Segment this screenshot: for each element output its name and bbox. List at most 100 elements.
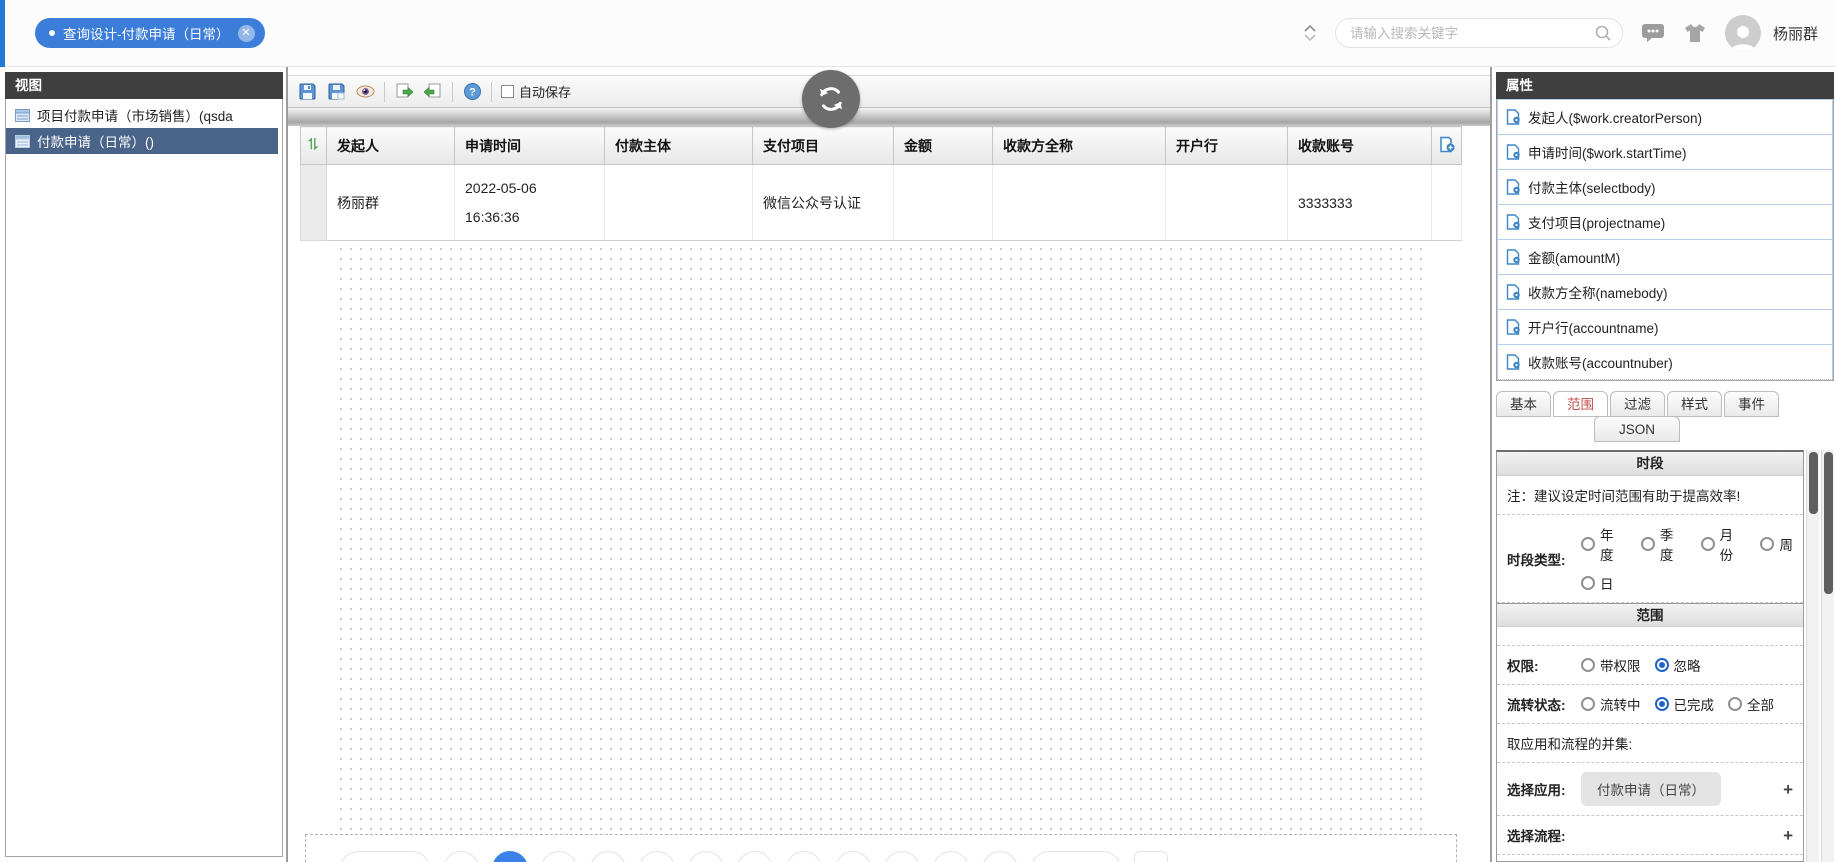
pagination-page-button[interactable] [688, 851, 724, 862]
search-input[interactable] [1349, 25, 1594, 41]
help-button[interactable]: ? [462, 82, 482, 102]
tab-range[interactable]: 范围 [1553, 391, 1608, 417]
import-button[interactable] [423, 82, 443, 102]
add-flow-button[interactable]: + [1783, 827, 1793, 844]
pagination-page-button[interactable] [590, 851, 626, 862]
radio-year[interactable]: 年度 [1581, 524, 1627, 564]
column-header-pay-project[interactable]: 支付项目 [752, 126, 894, 165]
add-column-header[interactable] [1431, 126, 1462, 165]
preview-button[interactable] [355, 82, 375, 102]
autosave-checkbox[interactable] [501, 85, 514, 98]
flow-status-row: 流转状态: 流转中 已完成 全部 [1497, 685, 1803, 724]
pagination-page-button[interactable] [884, 851, 920, 862]
field-item-label: 收款账号(accountnuber) [1528, 356, 1673, 371]
tab-style[interactable]: 样式 [1667, 391, 1722, 417]
field-item-amount[interactable]: 金额(amountM) [1497, 239, 1833, 275]
field-item-apply-time[interactable]: 申请时间($work.startTime) [1497, 134, 1833, 170]
pagination-page-button[interactable] [933, 851, 969, 862]
toolbar-separator [452, 81, 453, 102]
user-avatar[interactable] [1724, 15, 1761, 51]
field-doc-icon [1506, 249, 1520, 265]
close-icon[interactable]: ✕ [237, 24, 255, 42]
view-item-daily-payment[interactable]: 付款申请（日常）() [6, 128, 278, 154]
outer-scrollbar-thumb[interactable] [1824, 452, 1833, 594]
column-header-pay-subject[interactable]: 付款主体 [604, 126, 753, 165]
time-type-row: 时段类型: 全部 范围 年度 季度 月份 周 日 [1497, 515, 1803, 603]
field-item-pay-project[interactable]: 支付项目(projectname) [1497, 204, 1833, 240]
radio-with-permission[interactable]: 带权限 [1581, 655, 1641, 675]
field-item-initiator[interactable]: 发起人($work.creatorPerson) [1497, 99, 1833, 135]
field-item-bank[interactable]: 开户行(accountname) [1497, 309, 1833, 345]
radio-all-status[interactable]: 全部 [1728, 694, 1774, 714]
column-header-initiator[interactable]: 发起人 [326, 126, 455, 165]
save-button[interactable] [297, 82, 317, 102]
add-app-button[interactable]: + [1783, 781, 1793, 798]
view-item-label: 项目付款申请（市场销售）(qsda [37, 109, 233, 124]
grid-data-row[interactable]: 杨丽群 2022-05-06 16:36:36 微信公众号认证 3333333 [300, 164, 1462, 241]
refresh-sort-header[interactable] [300, 126, 327, 165]
radio-ignore-permission[interactable]: 忽略 [1654, 655, 1701, 675]
field-item-payee-name[interactable]: 收款方全称(namebody) [1497, 274, 1833, 310]
theme-shirt-icon[interactable] [1683, 22, 1707, 44]
field-list: 发起人($work.creatorPerson) 申请时间($work.star… [1496, 99, 1834, 381]
pagination-page-button-active[interactable] [492, 851, 528, 862]
selected-app-chip[interactable]: 付款申请（日常） [1581, 772, 1721, 806]
flow-status-label: 流转状态: [1507, 698, 1566, 713]
design-grid-dots [336, 244, 1430, 832]
column-header-account[interactable]: 收款账号 [1287, 126, 1432, 165]
export-icon [396, 83, 413, 98]
pagination-next-button[interactable] [1031, 851, 1121, 862]
pagination-page-button[interactable] [786, 851, 822, 862]
select-flow-label: 选择流程: [1507, 829, 1566, 844]
pagination-page-button[interactable] [835, 851, 871, 862]
column-header-amount[interactable]: 金额 [893, 126, 993, 165]
pagination-page-button[interactable] [541, 851, 577, 862]
pagination-page-button[interactable] [443, 851, 479, 862]
open-document-tab[interactable]: 查询设计-付款申请（日常） ✕ [35, 18, 265, 48]
pagination-page-button[interactable] [982, 851, 1018, 862]
radio-label: 年度 [1600, 528, 1614, 563]
cell-apply-date: 2022-05-06 [465, 180, 537, 196]
column-header-bank[interactable]: 开户行 [1165, 126, 1288, 165]
radio-week[interactable]: 周 [1760, 534, 1793, 554]
radio-in-progress[interactable]: 流转中 [1581, 694, 1641, 714]
inner-scrollbar-thumb[interactable] [1809, 452, 1818, 514]
radio-month[interactable]: 月份 [1700, 524, 1747, 564]
pagination-page-button[interactable] [737, 851, 773, 862]
collapse-expand-control[interactable] [1303, 24, 1317, 42]
tab-event[interactable]: 事件 [1724, 391, 1779, 417]
radio-dot [1581, 697, 1595, 711]
pagination-jump-box[interactable] [1134, 851, 1168, 862]
properties-panel-title: 属性 [1496, 72, 1834, 99]
tab-json[interactable]: JSON [1594, 416, 1680, 442]
global-search-box[interactable] [1334, 18, 1623, 48]
field-doc-icon [1506, 144, 1520, 160]
column-header-payee-name[interactable]: 收款方全称 [992, 126, 1166, 165]
autosave-toggle[interactable]: 自动保存 [501, 82, 571, 101]
outer-scrollbar[interactable] [1821, 450, 1834, 862]
select-app-label: 选择应用: [1507, 783, 1566, 798]
tab-basic[interactable]: 基本 [1496, 391, 1551, 417]
save-as-button[interactable] [326, 82, 346, 102]
column-header-apply-time[interactable]: 申请时间 [454, 126, 605, 165]
view-item-project-payment[interactable]: 项目付款申请（市场销售）(qsda [6, 102, 282, 128]
search-icon[interactable] [1594, 24, 1612, 42]
views-sidebar: 视图 项目付款申请（市场销售）(qsda 付款申请（日常）() [0, 67, 288, 862]
cell-pay-project: 微信公众号认证 [752, 164, 894, 241]
pagination-prev-button[interactable] [340, 851, 430, 862]
tab-filter[interactable]: 过滤 [1610, 391, 1665, 417]
field-item-pay-subject[interactable]: 付款主体(selectbody) [1497, 169, 1833, 205]
radio-day[interactable]: 日 [1581, 573, 1614, 593]
panel-shade-band [288, 108, 1490, 126]
radio-completed[interactable]: 已完成 [1654, 694, 1714, 714]
pagination-page-button[interactable] [639, 851, 675, 862]
messages-icon[interactable] [1641, 22, 1665, 44]
union-org-note: 取组织、人员和身份的并集: [1497, 855, 1803, 861]
radio-quarter[interactable]: 季度 [1640, 524, 1687, 564]
save-as-floppy-icon [328, 83, 344, 100]
field-item-account[interactable]: 收款账号(accountnuber) [1497, 344, 1833, 380]
radio-dot [1581, 537, 1595, 551]
export-button[interactable] [394, 82, 414, 102]
inner-scrollbar[interactable] [1806, 450, 1819, 862]
eye-icon [356, 85, 374, 98]
